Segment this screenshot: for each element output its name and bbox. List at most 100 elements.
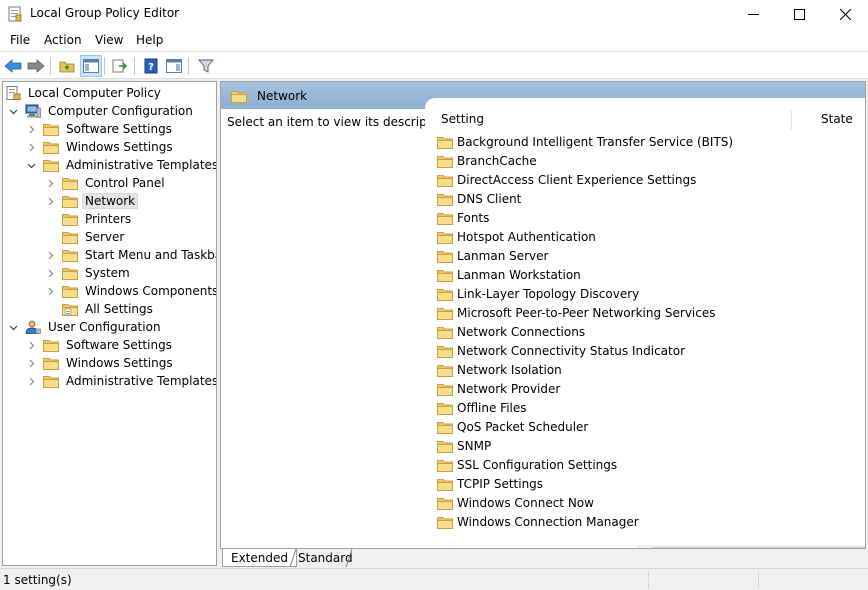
list-item[interactable]: BranchCache: [437, 151, 537, 170]
folder-icon: [437, 307, 453, 320]
show-hide-action-pane-button[interactable]: [163, 55, 185, 77]
menu-action[interactable]: Action: [44, 33, 82, 47]
chevron-right-icon: [48, 269, 53, 277]
list-item-label: Windows Connection Manager: [457, 514, 639, 529]
close-button[interactable]: [822, 0, 868, 29]
tree-node[interactable]: Printers: [44, 210, 134, 228]
tree-node[interactable]: Start Menu and Taskbar: [44, 246, 217, 264]
folder-icon: [43, 358, 59, 370]
folder-icon: [437, 174, 453, 187]
list-item[interactable]: Microsoft Peer-to-Peer Networking Servic…: [437, 303, 716, 322]
tree-expander-collapsed[interactable]: [25, 354, 37, 372]
list-item[interactable]: TCPIP Settings: [437, 474, 543, 493]
tree-node[interactable]: Local Computer Policy: [3, 84, 164, 102]
tree-expander-collapsed[interactable]: [44, 282, 56, 300]
list-item-label: DirectAccess Client Experience Settings: [457, 172, 697, 187]
tree-node-label: Start Menu and Taskbar: [85, 248, 217, 262]
back-arrow-icon: [4, 59, 22, 73]
chevron-right-icon: [29, 341, 34, 349]
folder-icon: [437, 212, 453, 225]
tree-node[interactable]: User Configuration: [7, 318, 164, 336]
folder-icon: [43, 160, 59, 172]
window-title: Local Group Policy Editor: [30, 6, 180, 20]
folder-icon: [62, 268, 78, 280]
folder-icon: [437, 421, 453, 434]
tree-expander-collapsed[interactable]: [25, 138, 37, 156]
list-item[interactable]: SSL Configuration Settings: [437, 455, 617, 474]
show-hide-console-tree-button[interactable]: [80, 55, 102, 77]
tree-expander-collapsed[interactable]: [44, 246, 56, 264]
tree-node[interactable]: All Settings: [44, 300, 156, 318]
column-setting[interactable]: Setting: [441, 112, 484, 126]
tree-node[interactable]: Administrative Templates: [25, 156, 216, 174]
list-item[interactable]: SNMP: [437, 436, 491, 455]
list-item[interactable]: QoS Packet Scheduler: [437, 417, 588, 436]
forward-button[interactable]: [25, 55, 47, 77]
folder-icon: [437, 383, 453, 396]
folder-up-icon: [59, 61, 75, 73]
tree-node[interactable]: Software Settings: [25, 120, 175, 138]
tree-node[interactable]: Software Settings: [25, 336, 175, 354]
folder-icon: [437, 288, 453, 301]
column-state[interactable]: State: [821, 112, 853, 126]
chevron-down-icon: [9, 325, 17, 330]
tree-expander-collapsed[interactable]: [25, 120, 37, 138]
list-item[interactable]: Network Connectivity Status Indicator: [437, 341, 685, 360]
tree-node[interactable]: Server: [44, 228, 127, 246]
menu-file[interactable]: File: [10, 33, 30, 47]
menu-view[interactable]: View: [95, 33, 123, 47]
list-item[interactable]: DirectAccess Client Experience Settings: [437, 170, 696, 189]
menu-help[interactable]: Help: [136, 33, 163, 47]
list-item[interactable]: Network Provider: [437, 379, 560, 398]
export-list-button[interactable]: [109, 55, 131, 77]
tree-expander-collapsed[interactable]: [25, 336, 37, 354]
chevron-right-icon: [48, 287, 53, 295]
tree-node[interactable]: Administrative Templates: [25, 372, 216, 390]
tree-expander-collapsed[interactable]: [44, 192, 56, 210]
filter-button[interactable]: [195, 55, 217, 77]
list-item[interactable]: Hotspot Authentication: [437, 227, 596, 246]
maximize-button[interactable]: [776, 0, 822, 29]
minimize-button[interactable]: [730, 0, 776, 29]
list-item[interactable]: Windows Connect Now: [437, 493, 594, 512]
list-item[interactable]: Network Isolation: [437, 360, 562, 379]
tree-node[interactable]: Windows Settings: [25, 354, 176, 372]
folder-icon: [437, 193, 453, 206]
tree-node[interactable]: Control Panel: [44, 174, 168, 192]
folder-icon: [62, 232, 78, 244]
list-item[interactable]: Lanman Server: [437, 246, 548, 265]
title-bar: Local Group Policy Editor: [0, 0, 868, 29]
list-item[interactable]: Fonts: [437, 208, 489, 227]
help-button[interactable]: ?: [140, 55, 162, 77]
column-separator[interactable]: [791, 110, 792, 130]
back-button[interactable]: [2, 55, 24, 77]
tree-expander-collapsed[interactable]: [44, 174, 56, 192]
folder-icon: [437, 459, 453, 472]
tree-node[interactable]: Network: [44, 192, 139, 210]
list-item-label: Network Isolation: [457, 362, 562, 377]
tree-node[interactable]: Computer Configuration: [7, 102, 196, 120]
list-item[interactable]: Network Connections: [437, 322, 585, 341]
list-item[interactable]: Link-Layer Topology Discovery: [437, 284, 639, 303]
folder-icon: [62, 214, 78, 226]
filter-icon: [198, 59, 214, 73]
tree-expander-expanded[interactable]: [25, 156, 37, 174]
tree-expander-expanded[interactable]: [7, 318, 19, 336]
list-item[interactable]: Offline Files: [437, 398, 527, 417]
tree-expander-collapsed[interactable]: [44, 264, 56, 282]
tree-expander-expanded[interactable]: [7, 102, 19, 120]
tree-expander-collapsed[interactable]: [25, 372, 37, 390]
tree-node[interactable]: Windows Settings: [25, 138, 176, 156]
folder-icon: [437, 364, 453, 377]
tree-node[interactable]: Windows Components: [44, 282, 216, 300]
forward-arrow-icon: [27, 59, 45, 73]
up-one-level-button[interactable]: [56, 55, 78, 77]
tree-node[interactable]: System: [44, 264, 133, 282]
list-item[interactable]: DNS Client: [437, 189, 521, 208]
tab-extended[interactable]: Extended: [222, 549, 297, 567]
list-item[interactable]: Background Intelligent Transfer Service …: [437, 132, 733, 151]
tree-node-label: Windows Settings: [66, 140, 173, 154]
list-item[interactable]: Windows Connection Manager: [437, 512, 639, 531]
list-item[interactable]: Lanman Workstation: [437, 265, 581, 284]
